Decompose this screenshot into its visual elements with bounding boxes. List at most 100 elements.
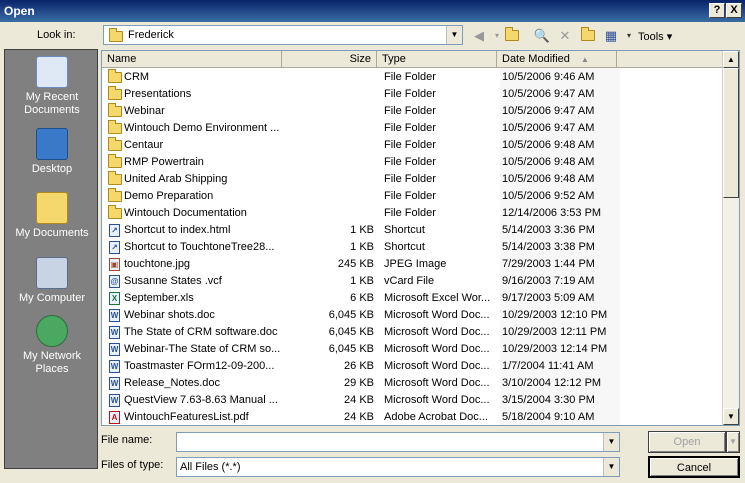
place-label: My Documents (15, 227, 89, 239)
file-date: 3/15/2004 3:30 PM (502, 394, 595, 406)
file-row[interactable]: A WintouchFeaturesList.pdf 24 KB Adobe Acro… (102, 409, 622, 425)
file-row[interactable]: @ Susanne States .vcf 1 KB vCard File 9/16/2… (102, 273, 622, 290)
file-type: File Folder (384, 156, 436, 168)
file-date: 7/29/2003 1:44 PM (502, 258, 595, 270)
back-icon[interactable]: ◀ (470, 27, 488, 45)
file-row[interactable]: RMP Powertrain File Folder 10/5/2006 9:48 … (102, 154, 622, 171)
file-size: 1 KB (350, 275, 374, 287)
scroll-thumb[interactable] (723, 68, 739, 198)
file-size: 6,045 KB (328, 309, 374, 321)
views-dropdown-icon[interactable]: ▾ (620, 27, 638, 45)
place-my-documents[interactable]: My Documents (5, 192, 99, 240)
look-in-label: Look in: (37, 29, 76, 41)
file-row[interactable]: Wintouch Documentation File Folder 12/14/2… (102, 205, 622, 222)
file-date: 10/29/2003 12:10 PM (502, 309, 608, 321)
place-my-computer[interactable]: My Computer (5, 257, 99, 305)
file-row[interactable]: W Webinar shots.doc 6,045 KB Microsoft Word… (102, 307, 622, 324)
place-network-places[interactable]: My Network Places (5, 315, 99, 376)
file-size: 24 KB (344, 411, 374, 423)
delete-icon[interactable]: ✕ (556, 27, 574, 45)
folder-icon (108, 103, 122, 117)
file-row[interactable]: W The State of CRM software.doc 6,045 KB Mi… (102, 324, 622, 341)
column-header-date[interactable]: Date Modified ▲ (497, 51, 617, 68)
open-dialog: Open ? X Look in: Frederick ▼ ◀ ▾ 🔍 ✕ ▦ … (0, 0, 745, 483)
file-name: Webinar (124, 105, 165, 117)
file-type: Microsoft Excel Wor... (384, 292, 491, 304)
file-row[interactable]: W Toastmaster FOrm12-09-200... 26 KB Micros… (102, 358, 622, 375)
file-size: 24 KB (344, 394, 374, 406)
column-header-type[interactable]: Type (377, 51, 497, 68)
up-folder-icon[interactable] (503, 27, 521, 45)
place-desktop[interactable]: Desktop (5, 128, 99, 176)
file-date: 10/5/2006 9:46 AM (502, 71, 595, 83)
word-file-icon: W (109, 360, 120, 373)
file-name: QuestView 7.63-8.63 Manual ... (124, 394, 278, 406)
column-header-name[interactable]: Name (102, 51, 282, 68)
file-name-dropdown-icon[interactable]: ▼ (603, 433, 619, 451)
chevron-down-icon[interactable]: ▼ (446, 26, 462, 44)
files-of-type-value: All Files (*.*) (180, 461, 241, 473)
folder-icon (108, 171, 122, 185)
scroll-up-icon[interactable]: ▲ (723, 51, 739, 68)
file-row[interactable]: W Webinar-The State of CRM so... 6,045 KB M… (102, 341, 622, 358)
vcard-file-icon: @ (109, 275, 120, 288)
file-type: Microsoft Word Doc... (384, 360, 490, 372)
file-date: 10/5/2006 9:48 AM (502, 156, 595, 168)
tools-menu[interactable]: Tools ▾ (638, 30, 672, 43)
file-type: JPEG Image (384, 258, 447, 270)
scroll-down-icon[interactable]: ▼ (723, 408, 739, 425)
file-row[interactable]: Centaur File Folder 10/5/2006 9:48 AM (102, 137, 622, 154)
file-type: Microsoft Word Doc... (384, 343, 490, 355)
open-dropdown-icon[interactable]: ▼ (726, 431, 740, 453)
help-button[interactable]: ? (709, 3, 725, 18)
file-row[interactable]: ↗ Shortcut to TouchtoneTree28... 1 KB Short… (102, 239, 622, 256)
file-name: The State of CRM software.doc (124, 326, 278, 338)
views-icon[interactable]: ▦ (602, 27, 620, 45)
file-name-label: File name: (101, 434, 153, 446)
file-name: touchtone.jpg (124, 258, 191, 270)
file-row[interactable]: ↗ Shortcut to index.html 1 KB Shortcut 5/14/… (102, 222, 622, 239)
word-file-icon: W (109, 377, 120, 390)
vertical-scrollbar[interactable]: ▲ ▼ (722, 51, 739, 425)
file-name: Toastmaster FOrm12-09-200... (124, 360, 275, 372)
file-row[interactable]: United Arab Shipping File Folder 10/5/2006… (102, 171, 622, 188)
shortcut-file-icon: ↗ (109, 224, 120, 237)
file-row[interactable]: W Release_Notes.doc 29 KB Microsoft Word Do… (102, 375, 622, 392)
file-name: Wintouch Documentation (124, 207, 247, 219)
open-button[interactable]: Open (648, 431, 726, 453)
place-label: My Network Places (22, 350, 82, 375)
file-name: Shortcut to index.html (124, 224, 231, 236)
window-title: Open (4, 4, 35, 18)
file-row[interactable]: Wintouch Demo Environment ... File Folder… (102, 120, 622, 137)
file-type: File Folder (384, 173, 436, 185)
file-row[interactable]: Demo Preparation File Folder 10/5/2006 9:5… (102, 188, 622, 205)
file-row[interactable]: ▣ touchtone.jpg 245 KB JPEG Image 7/29/2003 … (102, 256, 622, 273)
word-file-icon: W (109, 394, 120, 407)
new-folder-icon[interactable] (579, 27, 597, 45)
file-row[interactable]: X September.xls 6 KB Microsoft Excel Wor...… (102, 290, 622, 307)
word-file-icon: W (109, 326, 120, 339)
file-date: 12/14/2006 3:53 PM (502, 207, 602, 219)
file-row[interactable]: CRM File Folder 10/5/2006 9:46 AM (102, 69, 622, 86)
file-row[interactable]: W QuestView 7.63-8.63 Manual ... 24 KB Micr… (102, 392, 622, 409)
file-name: Release_Notes.doc (124, 377, 221, 389)
pdf-file-icon: A (109, 411, 120, 424)
column-header-size[interactable]: Size (282, 51, 377, 68)
file-date: 5/14/2003 3:36 PM (502, 224, 595, 236)
files-of-type-dropdown-icon[interactable]: ▼ (603, 458, 619, 476)
look-in-combo[interactable]: Frederick ▼ (103, 25, 463, 45)
title-bar[interactable]: Open ? X (0, 0, 745, 22)
file-name: September.xls (124, 292, 194, 304)
file-name-input[interactable]: ▼ (176, 432, 620, 452)
place-recent-documents[interactable]: My Recent Documents (5, 56, 99, 117)
file-list[interactable]: Name Size Type Date Modified ▲ CRM File F… (101, 50, 740, 426)
cancel-button[interactable]: Cancel (648, 456, 740, 478)
close-button[interactable]: X (726, 3, 742, 18)
files-of-type-select[interactable]: All Files (*.*) ▼ (176, 457, 620, 477)
file-size: 6,045 KB (328, 343, 374, 355)
search-web-icon[interactable]: 🔍 (533, 27, 551, 45)
file-row[interactable]: Presentations File Folder 10/5/2006 9:47 A… (102, 86, 622, 103)
file-row[interactable]: Webinar File Folder 10/5/2006 9:47 AM (102, 103, 622, 120)
file-name: United Arab Shipping (124, 173, 228, 185)
look-in-value: Frederick (128, 29, 174, 41)
